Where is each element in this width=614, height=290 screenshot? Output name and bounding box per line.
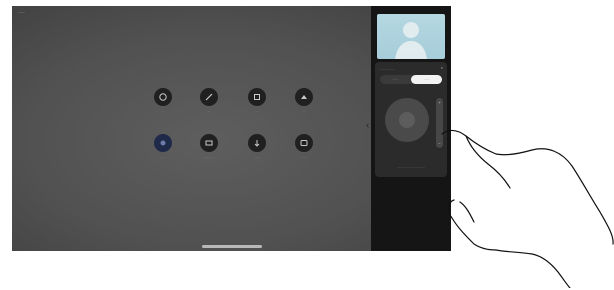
app-7-icon [248,134,266,152]
pointing-hand-illustration [441,129,614,288]
app-3-icon [248,88,266,106]
camera-control-panel: ······ ········ × ······ ······ + − ····… [371,6,451,251]
card-title: ······ ········ [380,67,395,71]
app-3[interactable]: ····· [242,88,272,113]
app-2-icon [200,88,218,106]
camera-mode-segmented-control: ······ ······ [380,75,442,84]
bottom-action-link[interactable]: ········ ·· ··· ····· ······· [380,165,442,169]
app-8-label: ······ [301,155,307,159]
segment-option-1[interactable]: ······ [380,75,411,84]
app-5-icon [154,134,172,152]
app-4-icon [295,88,313,106]
app-2-label: ···· [207,109,211,113]
app-6-icon [200,134,218,152]
person-silhouette-icon [395,22,427,59]
pan-tilt-dpad[interactable] [385,98,429,142]
app-1-icon [154,88,172,106]
app-5-label: ····· [160,155,166,159]
app-5[interactable]: ····· [148,134,178,159]
app-1-label: ···· [161,109,165,113]
app-7[interactable]: ······ [242,134,272,159]
app-8[interactable]: ······ [289,134,319,159]
camera-control-card: ······ ········ × ······ ······ + − ····… [375,62,447,177]
status-bar: ····· [18,10,25,15]
self-view [377,14,445,59]
app-4-label: ···· [302,109,306,113]
app-grid: ···· ···· ····· ···· ····· ·········· ··… [148,88,323,178]
app-2[interactable]: ···· [194,88,224,113]
home-indicator [202,245,262,248]
close-icon[interactable]: × [441,65,443,70]
segment-option-2[interactable]: ······ [411,75,442,84]
app-3-label: ····· [254,109,260,113]
dpad-center[interactable] [399,112,415,128]
app-1[interactable]: ···· [148,88,178,113]
app-7-label: ······ [254,155,260,159]
device-screen: ····· ···· ···· ····· ···· ····· ·······… [12,6,451,251]
app-6[interactable]: ·········· [194,134,224,159]
app-6-label: ·········· [204,155,214,159]
app-8-icon [295,134,313,152]
zoom-in-icon[interactable]: + [436,100,443,105]
app-4[interactable]: ···· [289,88,319,113]
